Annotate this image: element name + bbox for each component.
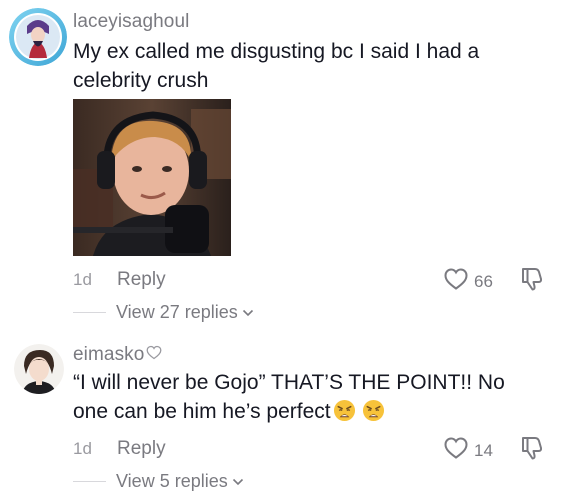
thumbs-down-icon: [519, 268, 543, 296]
view-replies-label: View 27 replies: [116, 302, 238, 322]
user-avatar[interactable]: [9, 8, 67, 66]
like-count: 14: [474, 440, 493, 460]
weary-face-emoji-icon: [333, 399, 356, 430]
comment-image[interactable]: [73, 99, 231, 256]
heart-outline-icon: [146, 344, 162, 366]
reply-button[interactable]: Reply: [117, 438, 166, 460]
view-replies-button[interactable]: View 5 replies: [73, 471, 244, 492]
heart-icon: [443, 436, 469, 465]
thread-line: [73, 312, 106, 313]
comment-item: eimasko “I will never be Gojo” THAT’S TH…: [0, 335, 563, 500]
comment-text: My ex called me disgusting bc I said I h…: [73, 40, 480, 92]
chevron-down-icon: [232, 473, 244, 491]
chevron-down-icon: [242, 304, 254, 322]
like-button[interactable]: 14: [443, 436, 493, 465]
view-replies-button[interactable]: View 27 replies: [73, 302, 254, 323]
comment-age: 1d: [73, 270, 92, 289]
username[interactable]: eimasko: [73, 344, 144, 366]
like-button[interactable]: 66: [443, 267, 493, 296]
user-avatar[interactable]: [14, 344, 64, 394]
heart-icon: [443, 267, 469, 296]
dislike-button[interactable]: [519, 435, 543, 466]
username-row: eimasko: [73, 344, 162, 366]
username[interactable]: laceyisaghoul: [73, 11, 189, 33]
thread-line: [73, 481, 106, 482]
comment-text: “I will never be Gojo” THAT’S THE POINT!…: [73, 371, 505, 423]
dislike-button[interactable]: [519, 266, 543, 297]
reply-button[interactable]: Reply: [117, 269, 166, 291]
comment-age: 1d: [73, 439, 92, 458]
thumbs-down-icon: [519, 437, 543, 465]
weary-face-emoji-icon: [362, 399, 385, 430]
comment-text-block: “I will never be Gojo” THAT’S THE POINT!…: [73, 368, 543, 430]
comment-item: laceyisaghoul My ex called me disgusting…: [0, 0, 563, 335]
like-count: 66: [474, 271, 493, 291]
view-replies-label: View 5 replies: [116, 471, 228, 491]
